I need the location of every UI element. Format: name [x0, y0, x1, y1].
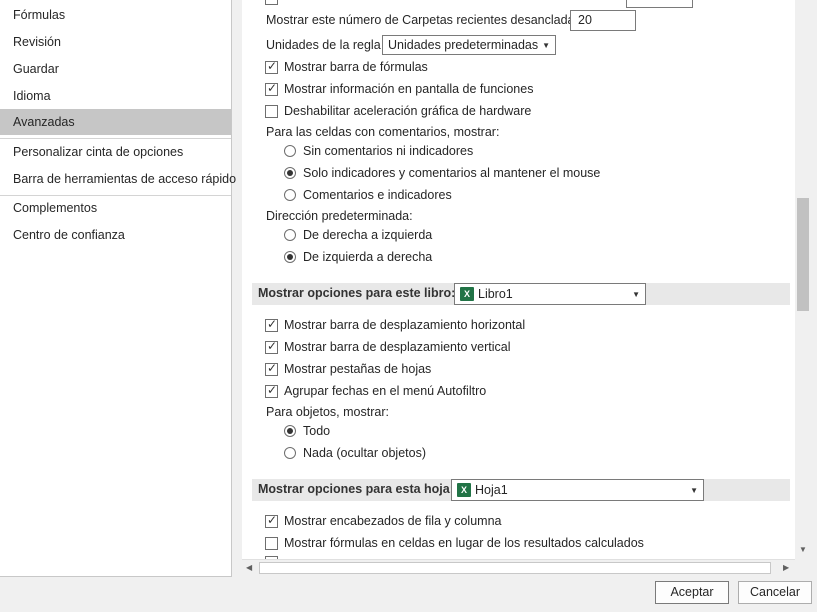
scroll-right-arrow-icon[interactable]: ▶ — [783, 563, 789, 572]
checkmark-icon: ✓ — [267, 339, 278, 353]
objects-all-label: Todo — [303, 424, 331, 438]
comments-none-label: Sin comentarios ni indicadores — [303, 144, 474, 158]
comments-heading: Para las celdas con comentarios, mostrar… — [266, 125, 500, 139]
nav-item-personalizar-cinta[interactable]: Personalizar cinta de opciones — [0, 139, 231, 165]
comments-indicators-radio[interactable] — [284, 167, 296, 179]
sheet-options-title: Mostrar opciones para esta hoja: — [258, 482, 454, 496]
vscroll-checkbox[interactable]: ✓ — [265, 339, 278, 354]
workbook-dropdown[interactable]: X Libro1 ▼ — [454, 283, 646, 305]
function-tooltips-checkbox[interactable]: ✓ — [265, 81, 278, 96]
comments-all-label: Comentarios e indicadores — [303, 188, 452, 202]
checkmark-icon: ✓ — [267, 81, 278, 95]
objects-none-label: Nada (ocultar objetos) — [303, 446, 426, 460]
objects-heading: Para objetos, mostrar: — [266, 405, 389, 419]
nav-item-idioma[interactable]: Idioma — [0, 83, 231, 109]
direction-ltr-label: De izquierda a derecha — [303, 250, 433, 264]
partial-checkbox[interactable] — [265, 0, 278, 5]
chevron-down-icon: ▼ — [690, 486, 698, 495]
formulas-label: Mostrar fórmulas en celdas en lugar de l… — [284, 536, 644, 550]
formula-bar-checkbox[interactable]: ✓ — [265, 59, 278, 74]
headers-checkbox[interactable]: ✓ — [265, 513, 278, 528]
advanced-options-panel: Mostrar este número de Carpetas reciente… — [242, 0, 795, 559]
sheet-value: Hoja1 — [475, 483, 508, 497]
comments-none-radio[interactable] — [284, 145, 296, 157]
formula-bar-label: Mostrar barra de fórmulas — [284, 60, 428, 74]
hw-accel-checkbox[interactable] — [265, 105, 278, 118]
hw-accel-label: Deshabilitar aceleración gráfica de hard… — [284, 104, 532, 118]
checkmark-icon: ✓ — [267, 59, 278, 73]
ruler-units-value: Unidades predeterminadas — [388, 38, 539, 52]
sheet-tabs-checkbox[interactable]: ✓ — [265, 361, 278, 376]
nav-item-centro-confianza[interactable]: Centro de confianza — [0, 222, 231, 248]
cancel-button[interactable]: Cancelar — [738, 581, 812, 604]
ruler-units-dropdown[interactable]: Unidades predeterminadas ▼ — [382, 35, 556, 55]
direction-rtl-label: De derecha a izquierda — [303, 228, 433, 242]
sheet-tabs-label: Mostrar pestañas de hojas — [284, 362, 432, 376]
hscroll-checkbox[interactable]: ✓ — [265, 317, 278, 332]
nav-item-formulas[interactable]: Fórmulas — [0, 2, 231, 28]
direction-ltr-radio[interactable] — [284, 251, 296, 263]
partial-spinner[interactable] — [626, 0, 693, 8]
function-tooltips-label: Mostrar información en pantalla de funci… — [284, 82, 534, 96]
objects-all-radio[interactable] — [284, 425, 296, 437]
group-dates-checkbox[interactable]: ✓ — [265, 383, 278, 398]
ruler-units-row: Unidades de la regla — [266, 35, 381, 55]
nav-item-guardar[interactable]: Guardar — [0, 56, 231, 82]
headers-label: Mostrar encabezados de fila y columna — [284, 514, 502, 528]
ruler-units-label: Unidades de la regla — [266, 38, 381, 52]
options-category-nav: Fórmulas Revisión Guardar Idioma Avanzad… — [0, 0, 236, 577]
hscroll-label: Mostrar barra de desplazamiento horizont… — [284, 318, 526, 332]
ok-button[interactable]: Aceptar — [655, 581, 729, 604]
vertical-scroll-thumb[interactable] — [797, 198, 809, 311]
nav-item-revision[interactable]: Revisión — [0, 29, 231, 55]
recent-folders-row: Mostrar este número de Carpetas reciente… — [266, 10, 584, 30]
scroll-down-arrow-icon[interactable]: ▼ — [799, 545, 807, 554]
direction-rtl-radio[interactable] — [284, 229, 296, 241]
sheet-dropdown[interactable]: X Hoja1 ▼ — [451, 479, 704, 501]
comments-indicators-label: Solo indicadores y comentarios al manten… — [303, 166, 601, 180]
book-options-title: Mostrar opciones para este libro: — [258, 286, 456, 300]
formulas-checkbox[interactable] — [265, 537, 278, 550]
excel-workbook-icon: X — [460, 287, 474, 301]
scroll-left-arrow-icon[interactable]: ◀ — [246, 563, 252, 572]
nav-item-barra-acceso-rapido[interactable]: Barra de herramientas de acceso rápido — [0, 166, 236, 192]
checkmark-icon: ✓ — [267, 383, 278, 397]
checkmark-icon: ✓ — [267, 317, 278, 331]
chevron-down-icon: ▼ — [542, 41, 550, 50]
checkmark-icon: ✓ — [267, 361, 278, 375]
objects-none-radio[interactable] — [284, 447, 296, 459]
horizontal-scrollbar[interactable]: ◀ ▶ — [242, 559, 795, 576]
checkmark-icon: ✓ — [267, 513, 278, 527]
recent-folders-value: 20 — [578, 13, 592, 27]
nav-item-complementos[interactable]: Complementos — [0, 195, 231, 221]
vertical-scrollbar[interactable]: ▼ — [795, 0, 811, 559]
recent-folders-spinner[interactable]: 20 — [570, 10, 636, 31]
comments-all-radio[interactable] — [284, 189, 296, 201]
horizontal-scroll-thumb[interactable] — [259, 562, 771, 574]
nav-item-avanzadas[interactable]: Avanzadas — [0, 109, 231, 135]
chevron-down-icon: ▼ — [632, 290, 640, 299]
group-dates-label: Agrupar fechas en el menú Autofiltro — [284, 384, 487, 398]
direction-heading: Dirección predeterminada: — [266, 209, 413, 223]
excel-sheet-icon: X — [457, 483, 471, 497]
recent-folders-label: Mostrar este número de Carpetas reciente… — [266, 13, 585, 27]
workbook-value: Libro1 — [478, 287, 513, 301]
vscroll-label: Mostrar barra de desplazamiento vertical — [284, 340, 511, 354]
